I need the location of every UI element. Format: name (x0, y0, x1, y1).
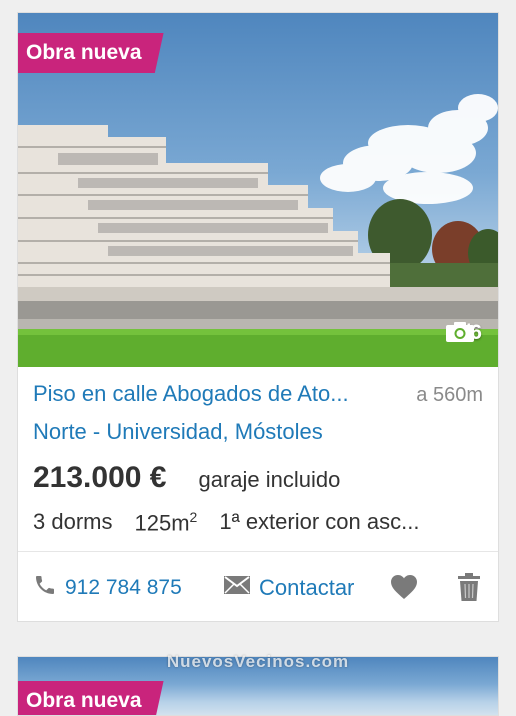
phone-icon (33, 573, 57, 603)
watermark: NuevosVecinos.com (166, 652, 350, 671)
trash-icon[interactable] (458, 573, 480, 606)
garage-info: garaje incluido (198, 467, 341, 492)
rooms: 3 dorms (33, 509, 113, 534)
heart-icon[interactable] (390, 574, 418, 605)
title-row: Piso en calle Abogados de Ato... a 560m (33, 381, 483, 407)
area: 125m2 (134, 509, 197, 536)
photo-counter[interactable]: 1/6 (445, 321, 482, 345)
price: 213.000 € (33, 461, 167, 494)
listing-title-link[interactable]: Piso en calle Abogados de Ato... (33, 381, 349, 407)
price-row: 213.000 € garaje incluido (33, 461, 340, 495)
features-row: 3 dorms 125m2 1ª exterior con asc... (33, 509, 419, 536)
envelope-icon (223, 575, 251, 601)
area-unit: 2 (189, 509, 198, 525)
contact-button[interactable]: Contactar (223, 575, 354, 601)
floor-info: 1ª exterior con asc... (219, 509, 420, 534)
listing-card[interactable]: Obra nueva 1/6 Piso en calle Abogados de… (17, 12, 499, 622)
listing-photo[interactable]: Obra nueva 1/6 (18, 13, 498, 367)
contact-label: Contactar (259, 575, 355, 600)
location-link[interactable]: Norte - Universidad, Móstoles (33, 419, 323, 445)
new-build-badge: Obra nueva (18, 681, 164, 715)
call-button[interactable]: 912 784 875 (33, 573, 182, 603)
area-value: 125m (134, 510, 190, 536)
distance-label: a 560m (416, 384, 483, 406)
new-build-badge: Obra nueva (18, 33, 164, 73)
phone-number: 912 784 875 (65, 576, 182, 599)
actions-bar: 912 784 875 Contactar (18, 551, 498, 624)
